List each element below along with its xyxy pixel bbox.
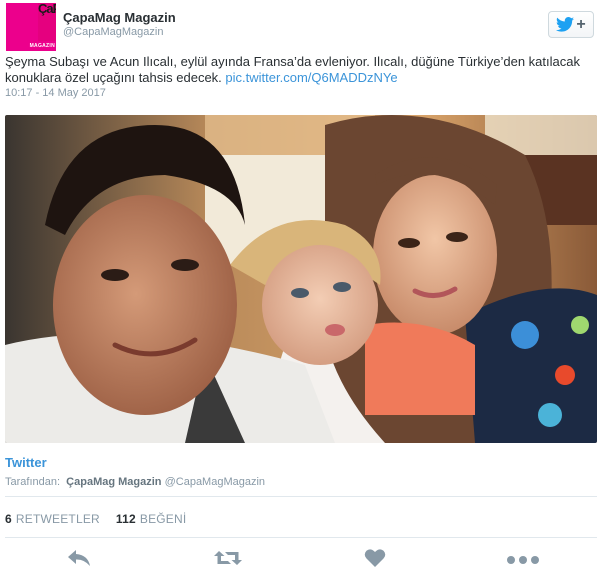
heart-icon (364, 549, 386, 567)
tweet-actions (0, 548, 600, 572)
tweet-text: Şeyma Subaşı ve Acun Ilıcalı, eylül ayın… (5, 54, 595, 86)
tweet-photo[interactable] (5, 115, 597, 443)
reply-arrow-icon (68, 550, 90, 566)
retweets-count: 6 (5, 512, 12, 526)
divider (5, 537, 597, 538)
tweet-media-link[interactable]: pic.twitter.com/Q6MADDzNYe (225, 70, 397, 85)
retweet-button[interactable] (213, 548, 243, 573)
avatar-logo-subtext: MAGAZIN (29, 43, 55, 49)
likes-stat[interactable]: 112 BEĞENİ (116, 512, 187, 526)
retweets-stat[interactable]: 6 RETWEETLER (5, 512, 100, 526)
source-link[interactable]: Twitter (5, 455, 47, 470)
tweet-timestamp[interactable]: 10:17 - 14 May 2017 (5, 87, 106, 99)
account-screen-name[interactable]: @CapaMagMagazin (63, 26, 163, 38)
by-account-name[interactable]: ÇapaMag Magazin (66, 476, 161, 488)
plus-icon: + (576, 15, 586, 33)
likes-count: 112 (115, 512, 136, 526)
embedded-tweet: ÇaPa MAGAZIN ÇapaMag Magazin @CapaMagMag… (0, 0, 600, 584)
twitter-bird-icon (556, 17, 575, 32)
tweet-stats: 6 RETWEETLER 112 BEĞENİ (5, 512, 186, 526)
account-display-name[interactable]: ÇapaMag Magazin (63, 10, 176, 25)
reply-button[interactable] (66, 548, 92, 573)
divider (5, 496, 597, 497)
more-dots-icon (507, 556, 539, 564)
by-account-handle[interactable]: @CapaMagMagazin (165, 476, 265, 488)
avatar-logo-text: ÇaPa (38, 3, 56, 16)
by-line: Tarafından: ÇapaMag Magazin @CapaMagMaga… (5, 476, 265, 488)
by-prefix: Tarafından: (5, 476, 61, 488)
more-button[interactable] (506, 548, 540, 573)
likes-label: BEĞENİ (139, 512, 187, 526)
account-avatar[interactable]: ÇaPa MAGAZIN (6, 3, 56, 51)
retweets-label: RETWEETLER (15, 512, 100, 526)
retweet-icon (214, 551, 242, 565)
follow-button[interactable]: + (548, 11, 594, 38)
photo-illustration (5, 115, 597, 443)
like-button[interactable] (364, 548, 386, 573)
